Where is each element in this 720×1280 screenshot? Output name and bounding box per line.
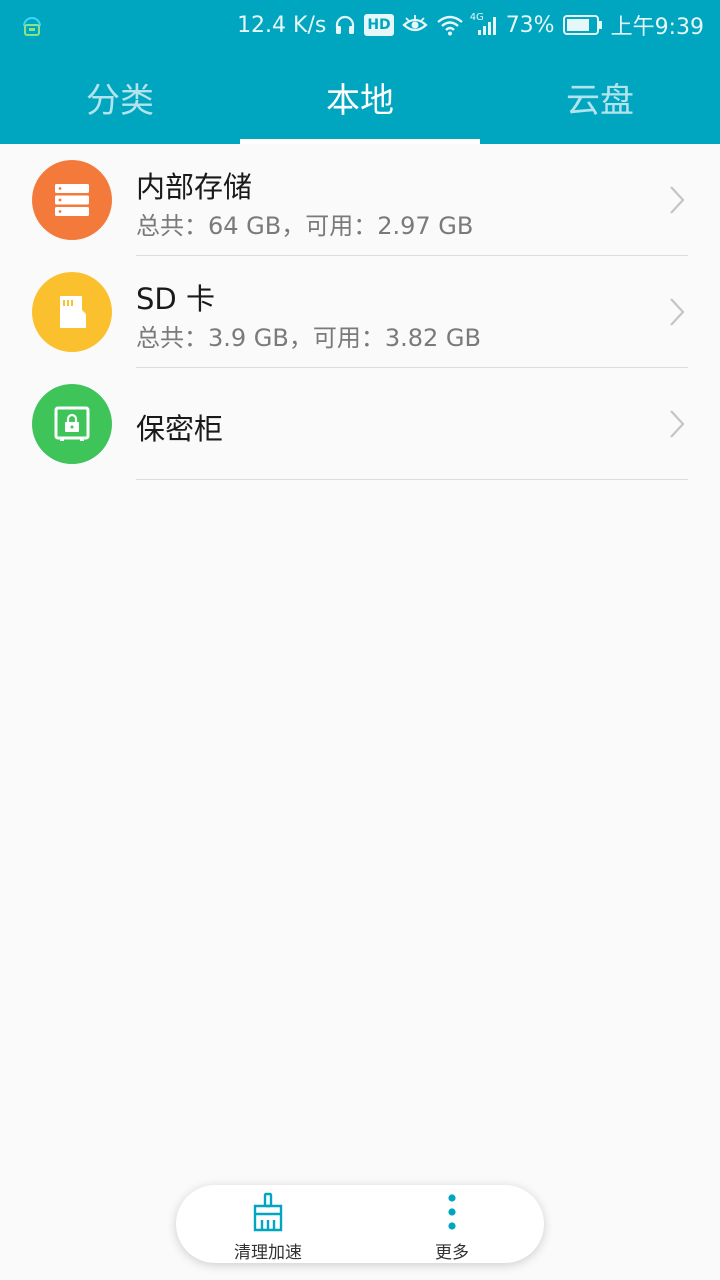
signal-type-label: 4G [469,12,484,23]
notification-app-icon [20,12,44,38]
cellular-signal-icon: 4G [469,12,498,36]
tab-category-label: 分类 [86,80,154,121]
list-item-internal-storage[interactable]: 内部存储 总共：64 GB，可用：2.97 GB [0,144,720,256]
battery-percent: 73% [505,12,555,38]
item-subtitle: 总共：3.9 GB，可用：3.82 GB [136,324,481,352]
more-vertical-icon [447,1191,457,1232]
item-title: 内部存储 [136,170,253,204]
clean-speedup-button[interactable]: 清理加速 [176,1185,360,1263]
broom-icon [250,1191,286,1232]
battery-icon [562,14,603,36]
clock-time: 上午9:39 [610,15,704,40]
storage-list: 内部存储 总共：64 GB，可用：2.97 GB SD 卡 总共：3.9 GB，… [0,144,720,480]
eye-comfort-icon [402,15,428,35]
status-indicators: 12.4 K/s HD 4G 73% 上午9:39 [237,0,704,50]
chevron-right-icon [670,298,685,326]
item-title: 保密柜 [136,412,224,446]
sd-card-icon [32,272,112,352]
clean-speedup-label: 清理加速 [234,1243,302,1263]
safe-lock-icon [32,384,112,464]
tab-cloud[interactable]: 云盘 [480,50,720,144]
headphones-icon [334,14,356,36]
app-header: 12.4 K/s HD 4G 73% 上午9:39 分类 本地 云盘 [0,0,720,144]
more-button[interactable]: 更多 [360,1185,544,1263]
item-title: SD 卡 [136,282,215,316]
tab-local-label: 本地 [326,80,394,121]
tab-bar: 分类 本地 云盘 [0,50,720,144]
chevron-right-icon [670,410,685,438]
chevron-right-icon [670,186,685,214]
server-storage-icon [32,160,112,240]
list-item-sd-card[interactable]: SD 卡 总共：3.9 GB，可用：3.82 GB [0,256,720,368]
bottom-action-bar: 清理加速 更多 [176,1185,544,1263]
network-speed: 12.4 K/s [237,12,327,38]
tab-local[interactable]: 本地 [240,50,480,144]
more-label: 更多 [435,1243,469,1263]
status-bar: 12.4 K/s HD 4G 73% 上午9:39 [0,0,720,50]
item-subtitle: 总共：64 GB，可用：2.97 GB [136,212,474,240]
hd-badge-label: HD [367,17,391,33]
wifi-icon [436,14,464,36]
tab-category[interactable]: 分类 [0,50,240,144]
hd-voice-icon: HD [364,14,394,36]
divider [136,479,688,480]
list-item-vault[interactable]: 保密柜 [0,368,720,480]
tab-cloud-label: 云盘 [566,80,634,121]
